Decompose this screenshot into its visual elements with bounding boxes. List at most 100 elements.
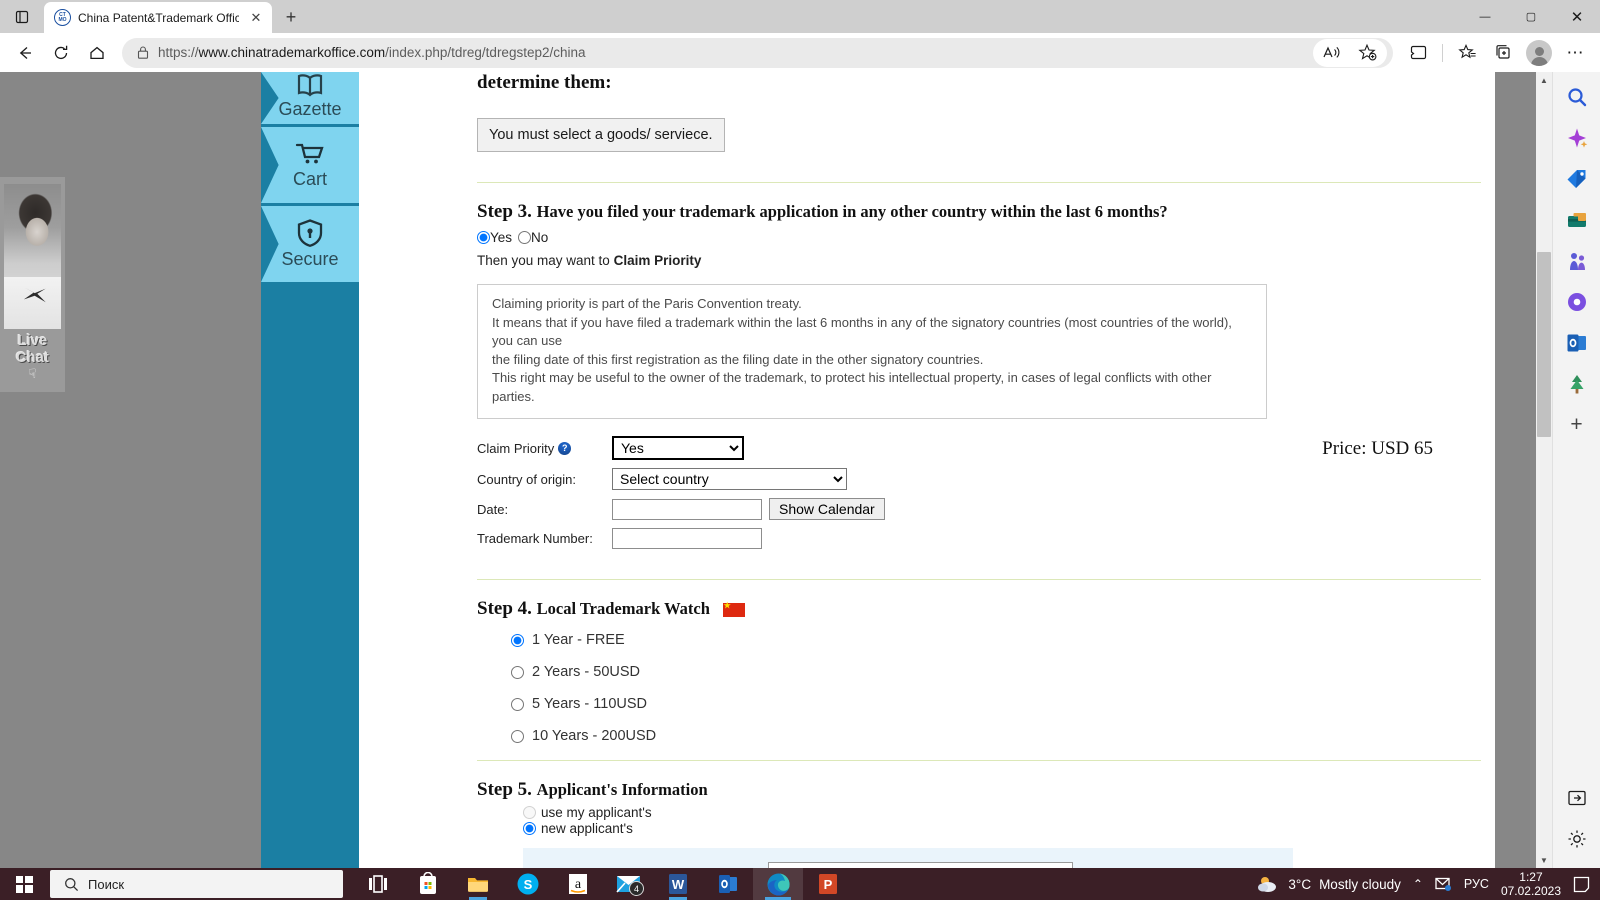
live-chat-agent-photo — [4, 184, 61, 329]
read-aloud-icon[interactable] — [1315, 38, 1349, 68]
taskbar-mail[interactable]: 4 — [603, 868, 653, 900]
watch-option-2years[interactable]: 2 Years - 50USD — [511, 664, 1481, 680]
weather-temperature: 3°C — [1288, 876, 1312, 892]
section-divider-1 — [477, 182, 1481, 183]
start-button[interactable] — [0, 868, 48, 900]
favorites-icon[interactable] — [1450, 38, 1484, 68]
applicant-choice-new-label: new applicant's — [541, 821, 633, 836]
tray-overflow-chevron[interactable]: ⌃ — [1413, 877, 1423, 891]
watch-option-1year-input[interactable] — [511, 633, 524, 647]
watch-option-5years-input[interactable] — [511, 697, 524, 711]
watch-option-2years-label: 2 Years - 50USD — [532, 664, 641, 680]
priority-date-input[interactable] — [612, 498, 762, 520]
taskbar-amazon[interactable]: a — [553, 868, 603, 900]
page-scrollbar[interactable]: ▲ ▼ — [1536, 72, 1552, 868]
claim-priority-select[interactable]: Yes No — [612, 436, 744, 460]
tray-network-icon[interactable] — [1435, 876, 1452, 892]
taskbar-microsoft-store[interactable] — [403, 868, 453, 900]
profile-avatar[interactable] — [1522, 38, 1556, 68]
designer-icon[interactable] — [1562, 287, 1592, 317]
sidebar-item-gazette[interactable]: Gazette — [261, 72, 359, 124]
applicant-choice-existing-label: use my applicant's — [541, 805, 652, 820]
watch-options: 1 Year - FREE 2 Years - 50USD 5 Years - … — [477, 632, 1481, 744]
step5-number: Step 5. — [477, 779, 532, 800]
collections-icon[interactable] — [1486, 38, 1520, 68]
tray-clock[interactable]: 1:27 07.02.2023 — [1501, 870, 1561, 898]
taskbar-skype[interactable]: S — [503, 868, 553, 900]
taskbar-task-view[interactable] — [353, 868, 403, 900]
weather-widget[interactable]: 3°C Mostly cloudy — [1256, 874, 1401, 894]
help-question-icon[interactable]: ? — [558, 441, 572, 455]
country-origin-select[interactable]: Select country — [612, 468, 847, 490]
shopping-tag-icon[interactable] — [1562, 164, 1592, 194]
browser-toolbar: https://www.chinatrademarkoffice.com/ind… — [0, 33, 1600, 72]
games-icon[interactable] — [1562, 246, 1592, 276]
minimize-button[interactable]: — — [1462, 0, 1508, 33]
add-favorite-icon[interactable] — [1351, 38, 1385, 68]
page-content: determine them: You must select a goods/… — [359, 72, 1495, 868]
tree-icon[interactable] — [1562, 369, 1592, 399]
settings-more-icon[interactable]: ⋯ — [1558, 38, 1592, 68]
step3-radio-no[interactable]: No — [518, 230, 548, 245]
watch-option-1year[interactable]: 1 Year - FREE — [511, 632, 1481, 648]
copilot-sparkle-icon[interactable] — [1562, 123, 1592, 153]
applicant-choice-new-input[interactable] — [523, 822, 536, 835]
sidebar-item-secure[interactable]: Secure — [261, 206, 359, 282]
taskbar-edge[interactable] — [753, 868, 803, 900]
sidebar-expand-icon[interactable] — [1562, 783, 1592, 813]
back-icon[interactable] — [8, 38, 42, 68]
tab-actions-menu[interactable] — [0, 0, 44, 33]
sidebar-settings-gear-icon[interactable] — [1562, 824, 1592, 854]
applicant-choice-existing[interactable]: use my applicant's — [523, 805, 1481, 820]
pointing-hand-icon: ☟ — [28, 366, 37, 381]
tray-language-indicator[interactable]: РУС — [1464, 877, 1489, 891]
split-screen-icon[interactable] — [1401, 38, 1435, 68]
taskbar-powerpoint[interactable]: P — [803, 868, 853, 900]
refresh-icon[interactable] — [44, 38, 78, 68]
trademark-number-input[interactable] — [612, 528, 762, 549]
notification-icon[interactable] — [1573, 876, 1590, 893]
svg-text:S: S — [524, 877, 533, 892]
info-line-1: Claiming priority is part of the Paris C… — [492, 296, 802, 311]
maximize-button[interactable]: ▢ — [1508, 0, 1554, 33]
section-divider-3 — [477, 760, 1481, 761]
window-controls: — ▢ ✕ — [1462, 0, 1600, 33]
new-tab-button[interactable]: + — [276, 3, 306, 31]
live-chat-widget[interactable]: Live Chat ☟ — [0, 177, 65, 392]
scroll-up-arrow[interactable]: ▲ — [1536, 72, 1552, 88]
taskbar-search[interactable]: Поиск — [50, 870, 343, 898]
search-icon[interactable] — [1562, 82, 1592, 112]
tab-search-icon[interactable] — [8, 4, 36, 30]
priority-form: Price: USD 65 Claim Priority? Yes No Cou… — [477, 436, 1481, 549]
priority-date-row: Date: Show Calendar — [477, 498, 1481, 520]
taskbar-outlook[interactable] — [703, 868, 753, 900]
watch-option-10years-input[interactable] — [511, 729, 524, 743]
watch-option-10years[interactable]: 10 Years - 200USD — [511, 728, 1481, 744]
show-calendar-button[interactable]: Show Calendar — [769, 498, 885, 520]
home-icon[interactable] — [80, 38, 114, 68]
close-window-button[interactable]: ✕ — [1554, 0, 1600, 33]
step3-radio-yes[interactable]: Yes — [477, 230, 512, 245]
taskbar-file-explorer[interactable] — [453, 868, 503, 900]
sidebar-add-icon[interactable]: + — [1562, 410, 1592, 440]
scroll-down-arrow[interactable]: ▼ — [1536, 852, 1552, 868]
scrollbar-thumb[interactable] — [1537, 252, 1551, 437]
tab-close-icon[interactable]: ✕ — [246, 8, 266, 28]
watch-option-5years[interactable]: 5 Years - 110USD — [511, 696, 1481, 712]
applicant-choice-existing-input[interactable] — [523, 806, 536, 819]
outlook-icon[interactable] — [1562, 328, 1592, 358]
address-bar[interactable]: https://www.chinatrademarkoffice.com/ind… — [122, 37, 1393, 68]
step3-radio-yes-input[interactable] — [477, 231, 490, 244]
tools-icon[interactable] — [1562, 205, 1592, 235]
step3-radio-group[interactable]: Yes No — [477, 230, 1481, 245]
sidebar-item-cart[interactable]: Cart — [261, 127, 359, 203]
browser-tab[interactable]: CT MO China Patent&Trademark Office- ✕ — [44, 2, 272, 33]
section-divider-2 — [477, 579, 1481, 580]
step3-radio-no-input[interactable] — [518, 231, 532, 244]
browser-titlebar: CT MO China Patent&Trademark Office- ✕ +… — [0, 0, 1600, 33]
applicant-choice-new[interactable]: new applicant's — [523, 821, 1481, 836]
price-label: Price: USD 65 — [1322, 438, 1433, 459]
taskbar-word[interactable]: W — [653, 868, 703, 900]
claim-priority-hint: Then you may want to Claim Priority — [477, 253, 1481, 268]
watch-option-2years-input[interactable] — [511, 665, 524, 679]
